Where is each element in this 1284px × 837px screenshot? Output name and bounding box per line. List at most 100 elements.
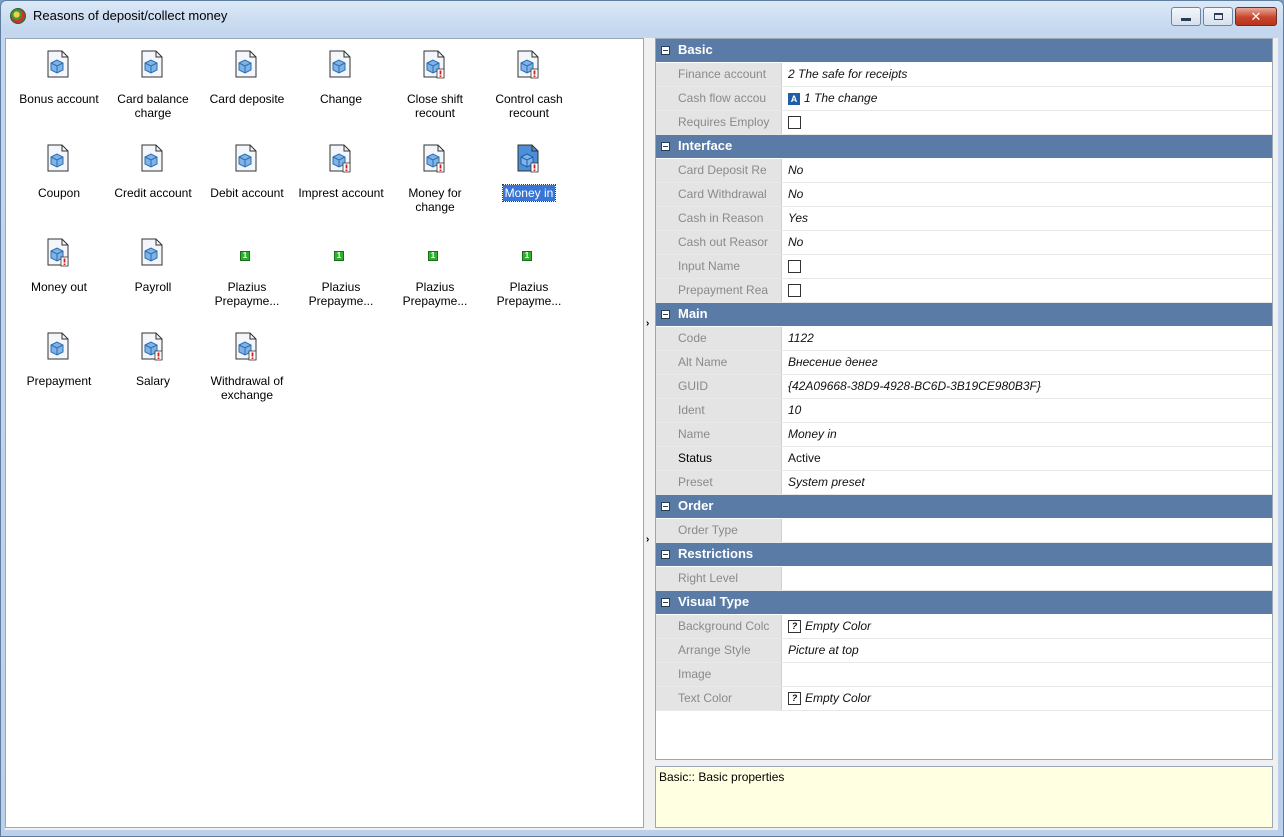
property-value-checkbox[interactable] [782,255,1272,278]
reason-item[interactable]: Payroll [106,231,200,327]
reason-item[interactable]: Money in [482,137,576,233]
reason-item[interactable]: Close shift recount [388,43,482,139]
splitter-arrow-icon[interactable]: › [646,534,649,545]
reason-item[interactable]: Card deposite [200,43,294,139]
property-row[interactable]: Status Active [656,447,1272,471]
property-row[interactable]: Code 1122 [656,327,1272,351]
reason-item[interactable]: 1 Plazius Prepayme... [388,231,482,327]
property-row[interactable]: Name Money in [656,423,1272,447]
property-row[interactable]: Cash flow accou A 1 The change [656,87,1272,111]
property-row[interactable]: Right Level [656,567,1272,591]
property-value-color[interactable]: ? Empty Color [782,615,1272,638]
collapse-icon[interactable] [661,550,670,559]
prepayment-checkbox[interactable] [788,284,801,297]
property-value[interactable] [782,567,1272,590]
input-name-checkbox[interactable] [788,260,801,273]
maximize-button[interactable] [1203,7,1233,26]
property-name: Status [656,447,782,470]
category-main[interactable]: Main [656,303,1272,327]
reason-item[interactable]: 1 Plazius Prepayme... [294,231,388,327]
reason-item[interactable]: Imprest account [294,137,388,233]
property-value[interactable]: 10 [782,399,1272,422]
property-value-cash-flow[interactable]: A 1 The change [782,87,1272,110]
property-value[interactable] [782,519,1272,542]
category-restrictions[interactable]: Restrictions [656,543,1272,567]
reason-item[interactable]: Control cash recount [482,43,576,139]
property-value[interactable] [782,663,1272,686]
reason-label-text: Debit account [210,186,284,200]
reason-item[interactable]: Coupon [12,137,106,233]
property-row[interactable]: Requires Employ [656,111,1272,135]
splitter-arrow-icon[interactable]: › [646,318,649,329]
collapse-icon[interactable] [661,46,670,55]
reason-item[interactable]: Salary [106,325,200,421]
property-row[interactable]: Preset System preset [656,471,1272,495]
reason-item[interactable]: Change [294,43,388,139]
reasons-list[interactable]: Bonus account Card balance charge Card dep… [5,38,644,828]
minimize-button[interactable] [1171,7,1201,26]
reason-item[interactable]: Credit account [106,137,200,233]
small-green-icon: 1 [334,251,344,261]
property-row[interactable]: Prepayment Rea [656,279,1272,303]
property-row[interactable]: Card Withdrawal No [656,183,1272,207]
property-row[interactable]: Image [656,663,1272,687]
category-visual-type[interactable]: Visual Type [656,591,1272,615]
property-value[interactable]: Yes [782,207,1272,230]
property-value[interactable]: Picture at top [782,639,1272,662]
property-name: Ident [656,399,782,422]
property-row[interactable]: Cash out Reasor No [656,231,1272,255]
property-value[interactable]: No [782,183,1272,206]
property-value-checkbox[interactable] [782,111,1272,134]
property-value-color[interactable]: ? Empty Color [782,687,1272,710]
reason-item[interactable]: Bonus account [12,43,106,139]
property-value[interactable]: Active [782,447,1272,470]
property-value[interactable]: {42A09668-38D9-4928-BC6D-3B19CE980B3F} [782,375,1272,398]
category-basic[interactable]: Basic [656,39,1272,63]
property-row[interactable]: Background Colc? Empty Color [656,615,1272,639]
property-row[interactable]: Input Name [656,255,1272,279]
property-row[interactable]: Cash in Reason Yes [656,207,1272,231]
reason-item[interactable]: Money for change [388,137,482,233]
collapse-icon[interactable] [661,310,670,319]
property-row[interactable]: Finance account 2 The safe for receipts [656,63,1272,87]
property-row[interactable]: Ident 10 [656,399,1272,423]
reason-label-text: Change [319,92,363,106]
reason-item[interactable]: Card balance charge [106,43,200,139]
pane-splitter[interactable] [644,38,655,830]
property-value[interactable]: 1122 [782,327,1272,350]
property-description: Basic:: Basic properties [655,766,1273,828]
property-row[interactable]: Text Color? Empty Color [656,687,1272,711]
reason-label-text: Coupon [37,186,81,200]
reason-item[interactable]: Money out [12,231,106,327]
reason-item[interactable]: Prepayment [12,325,106,421]
property-value-checkbox[interactable] [782,279,1272,302]
property-value[interactable]: Внесение денег [782,351,1272,374]
reason-item[interactable]: Withdrawal of exchange [200,325,294,421]
property-row[interactable]: Arrange Style Picture at top [656,639,1272,663]
collapse-icon[interactable] [661,142,670,151]
property-value[interactable]: 2 The safe for receipts [782,63,1272,86]
category-order[interactable]: Order [656,495,1272,519]
reason-item[interactable]: Debit account [200,137,294,233]
property-value[interactable]: No [782,231,1272,254]
property-row[interactable]: GUID {42A09668-38D9-4928-BC6D-3B19CE980B3… [656,375,1272,399]
collapse-icon[interactable] [661,502,670,511]
property-value[interactable]: No [782,159,1272,182]
reason-label-text: Plazius Prepayme... [214,280,280,308]
property-row[interactable]: Alt Name Внесение денег [656,351,1272,375]
reason-item[interactable]: 1 Plazius Prepayme... [482,231,576,327]
title-bar[interactable]: Reasons of deposit/collect money ✕ [1,1,1283,35]
property-name: Arrange Style [656,639,782,662]
property-value[interactable]: Money in [782,423,1272,446]
category-interface[interactable]: Interface [656,135,1272,159]
collapse-icon[interactable] [661,598,670,607]
property-value[interactable]: System preset [782,471,1272,494]
document-flag-icon [516,49,540,79]
requires-employee-checkbox[interactable] [788,116,801,129]
reason-label-text: Credit account [114,186,192,200]
property-grid[interactable]: Basic Finance account 2 The safe for rece… [655,38,1273,760]
property-row[interactable]: Card Deposit Re No [656,159,1272,183]
property-row[interactable]: Order Type [656,519,1272,543]
close-button[interactable]: ✕ [1235,7,1277,26]
reason-item[interactable]: 1 Plazius Prepayme... [200,231,294,327]
